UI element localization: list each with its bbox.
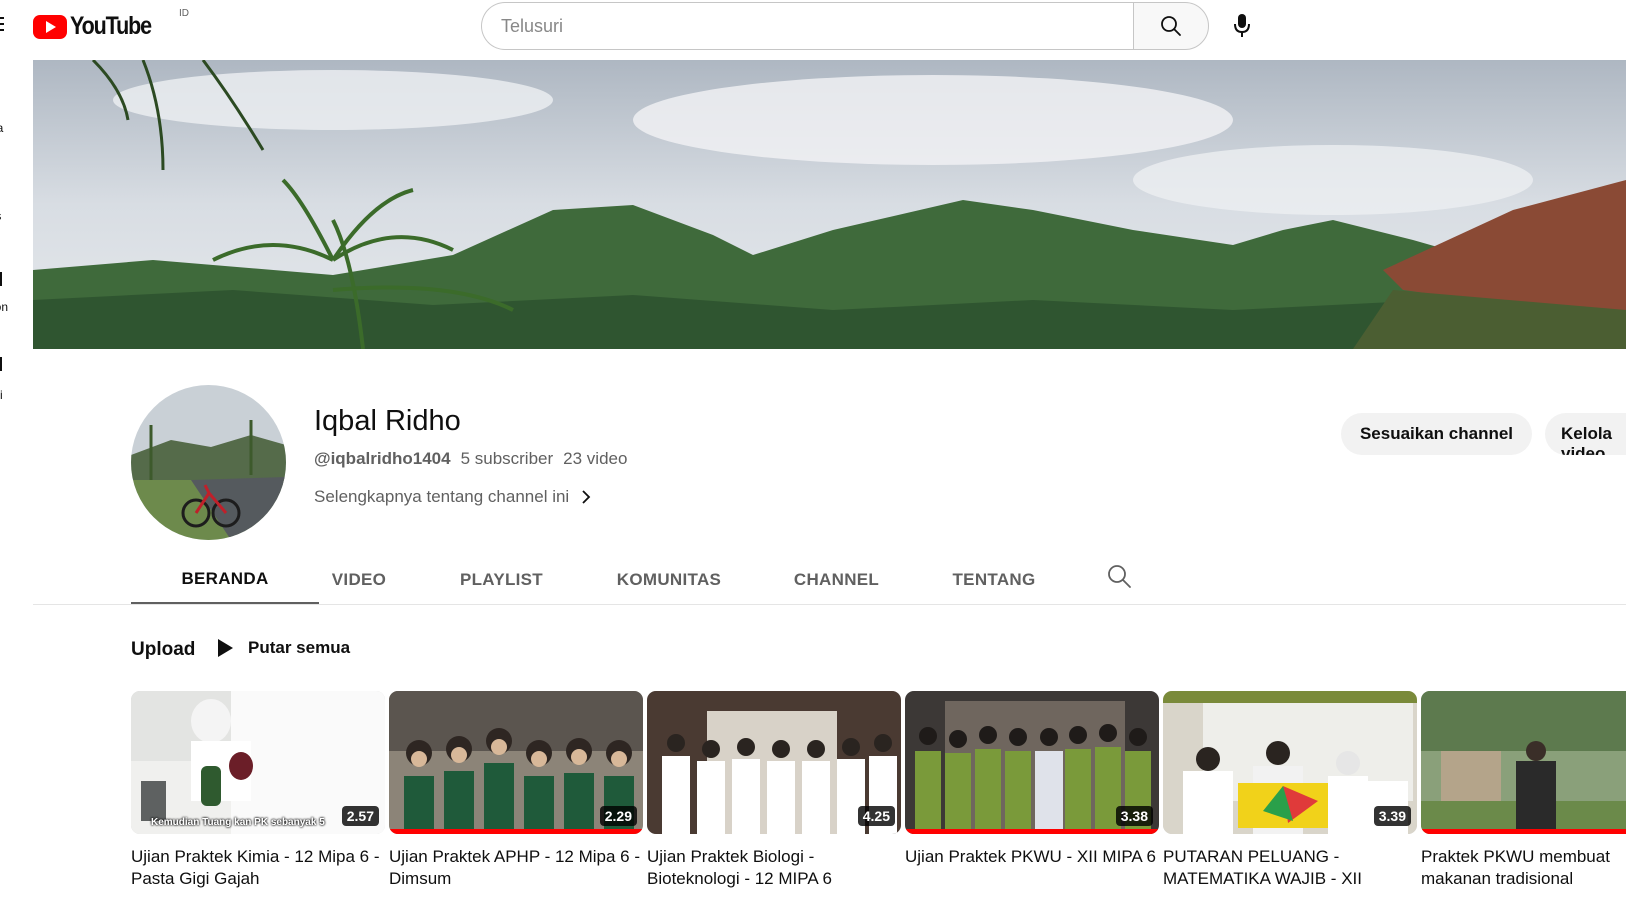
video-duration: 3.39 — [1373, 806, 1411, 826]
about-link-label: Selengkapnya tentang channel ini — [314, 487, 570, 506]
tabs-divider — [33, 604, 1626, 605]
video-title[interactable]: PUTARAN PELUANG - MATEMATIKA WAJIB - XII — [1163, 846, 1417, 890]
video-card[interactable]: Praktek PKWU membuat makanan tradisional — [1421, 691, 1626, 890]
manage-videos-button[interactable]: Kelola video — [1545, 413, 1626, 455]
sidebar-icon — [0, 357, 2, 371]
mini-sidebar: da ts otion si — [0, 0, 33, 915]
search-box — [481, 2, 1209, 50]
video-duration: 4.25 — [857, 806, 895, 826]
search-input[interactable] — [481, 2, 1133, 50]
country-code: ID — [179, 8, 189, 19]
about-channel-link[interactable]: Selengkapnya tentang channel ini — [314, 487, 591, 507]
video-card[interactable]: Kemudian Tuang kan PK sebanyak 5 2.57 Uj… — [131, 691, 385, 890]
shelf-title[interactable]: Upload — [131, 639, 195, 661]
tab-komunitas[interactable]: KOMUNITAS — [604, 555, 734, 605]
sidebar-item-label[interactable]: ts — [0, 209, 1, 223]
video-thumbnail[interactable]: Kemudian Tuang kan PK sebanyak 5 2.57 — [131, 691, 385, 834]
video-title[interactable]: Ujian Praktek PKWU - XII MIPA 6 — [905, 846, 1159, 890]
youtube-logo[interactable]: YouTube ID — [33, 8, 189, 41]
video-duration: 2.29 — [599, 806, 637, 826]
video-title[interactable]: Ujian Praktek Kimia - 12 Mipa 6 - Pasta … — [131, 846, 385, 890]
channel-tabs: BERANDA VIDEO PLAYLIST KOMUNITAS CHANNEL… — [131, 555, 1049, 605]
youtube-play-icon — [33, 14, 67, 39]
tab-channel[interactable]: CHANNEL — [734, 555, 939, 605]
channel-search-button[interactable] — [1105, 562, 1133, 590]
channel-meta: @iqbalridho1404 5 subscriber 23 video — [314, 449, 627, 469]
subscriber-count: 5 subscriber — [460, 449, 554, 468]
channel-avatar[interactable] — [131, 385, 286, 540]
video-thumbnail[interactable]: 3.39 — [1163, 691, 1417, 834]
search-button[interactable] — [1133, 2, 1209, 50]
video-card[interactable]: 3.38 Ujian Praktek PKWU - XII MIPA 6 — [905, 691, 1159, 890]
tab-playlist[interactable]: PLAYLIST — [399, 555, 604, 605]
video-thumbnail[interactable]: 4.25 — [647, 691, 901, 834]
chevron-right-icon — [582, 490, 591, 504]
channel-banner — [33, 60, 1626, 349]
video-thumbnail[interactable]: 3.38 — [905, 691, 1159, 834]
play-all-button[interactable]: Putar semua — [216, 638, 350, 658]
video-card[interactable]: 2.29 Ujian Praktek APHP - 12 Mipa 6 - Di… — [389, 691, 643, 890]
customize-channel-button[interactable]: Sesuaikan channel — [1341, 413, 1532, 455]
search-icon — [1108, 565, 1131, 588]
watch-progress-bar — [389, 829, 643, 834]
play-icon — [218, 639, 233, 657]
watch-progress-bar — [905, 829, 1159, 834]
sidebar-item-label[interactable]: da — [0, 121, 3, 135]
tab-beranda[interactable]: BERANDA — [131, 555, 319, 605]
video-duration: 2.57 — [341, 806, 379, 826]
search-icon — [1161, 16, 1181, 36]
play-all-label: Putar semua — [248, 638, 351, 657]
video-card[interactable]: 4.25 Ujian Praktek Biologi - Bioteknolog… — [647, 691, 901, 890]
watch-progress-bar — [1421, 829, 1626, 834]
sidebar-item-label[interactable]: otion — [0, 300, 8, 314]
channel-handle: @iqbalridho1404 — [314, 449, 451, 468]
video-thumbnail[interactable]: 2.29 — [389, 691, 643, 834]
video-title[interactable]: Praktek PKWU membuat makanan tradisional — [1421, 846, 1626, 890]
sidebar-item-label[interactable]: si — [0, 388, 3, 402]
thumbnail-caption: Kemudian Tuang kan PK sebanyak 5 — [151, 817, 325, 828]
video-thumbnail[interactable] — [1421, 691, 1626, 834]
video-card[interactable]: 3.39 PUTARAN PELUANG - MATEMATIKA WAJIB … — [1163, 691, 1417, 890]
video-duration: 3.38 — [1115, 806, 1153, 826]
video-count: 23 video — [563, 449, 628, 468]
video-title[interactable]: Ujian Praktek Biologi - Bioteknologi - 1… — [647, 846, 901, 890]
voice-search-button[interactable] — [1222, 6, 1262, 46]
sidebar-icon — [0, 272, 2, 286]
microphone-icon — [1234, 14, 1250, 37]
masthead: YouTube ID — [0, 0, 1626, 58]
tab-video[interactable]: VIDEO — [319, 555, 399, 605]
tab-tentang[interactable]: TENTANG — [939, 555, 1049, 605]
channel-name: Iqbal Ridho — [314, 405, 461, 437]
video-title[interactable]: Ujian Praktek APHP - 12 Mipa 6 - Dimsum — [389, 846, 643, 890]
logo-text: YouTube — [70, 12, 152, 40]
